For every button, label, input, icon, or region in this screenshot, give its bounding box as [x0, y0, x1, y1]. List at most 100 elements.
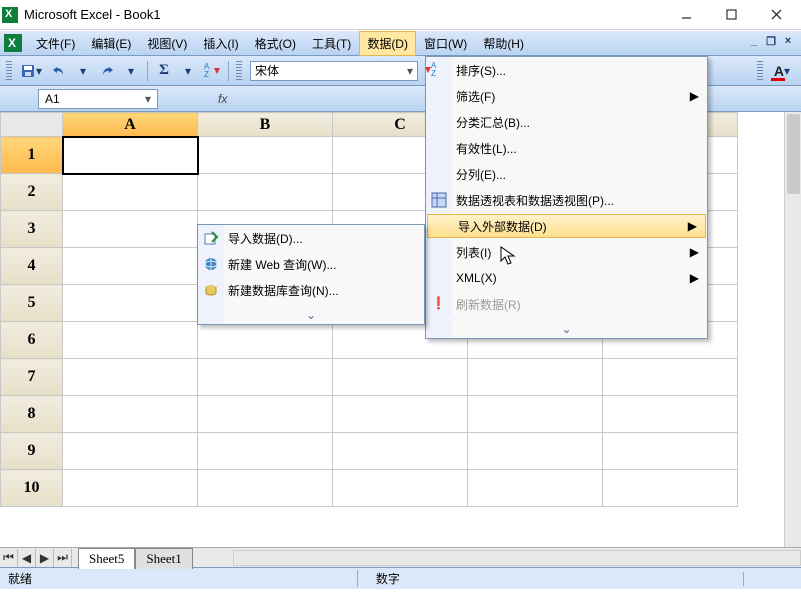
cell[interactable]	[333, 359, 468, 396]
cell[interactable]	[198, 322, 333, 359]
cell[interactable]	[333, 470, 468, 507]
submenu-new-db-query[interactable]: 新建数据库查询(N)...	[198, 277, 424, 303]
menu-text-to-columns[interactable]: 分列(E)...	[426, 161, 707, 187]
undo-button[interactable]	[48, 60, 70, 82]
submenu-arrow-icon: ▶	[690, 89, 699, 103]
cell[interactable]	[63, 470, 198, 507]
undo-dd[interactable]: ▾	[72, 60, 94, 82]
mdi-minimize[interactable]: _	[747, 35, 761, 49]
sheet-tab-sheet1[interactable]: Sheet1	[135, 548, 192, 569]
maximize-button[interactable]	[709, 1, 754, 29]
fx-label[interactable]: fx	[218, 92, 227, 106]
menu-import-external[interactable]: 导入外部数据(D)▶	[427, 214, 706, 238]
row-header-7[interactable]: 7	[1, 359, 63, 396]
select-all-corner[interactable]	[1, 113, 63, 137]
row-header-4[interactable]: 4	[1, 248, 63, 285]
autosum-dd[interactable]: ▾	[177, 60, 199, 82]
toolbar-grip[interactable]	[6, 61, 12, 81]
cell-reference: A1	[45, 92, 60, 106]
cell[interactable]	[198, 433, 333, 470]
cell[interactable]	[603, 470, 738, 507]
row-header-8[interactable]: 8	[1, 396, 63, 433]
submenu-import-data[interactable]: 导入数据(D)...	[198, 225, 424, 251]
autosum-button[interactable]: Σ	[153, 60, 175, 82]
save-button[interactable]: ▾	[16, 60, 46, 82]
cell[interactable]	[468, 470, 603, 507]
menu-help[interactable]: 帮助(H)	[475, 31, 532, 56]
menu-file[interactable]: 文件(F)	[28, 31, 83, 56]
col-header-A[interactable]: A	[63, 113, 198, 137]
row-header-6[interactable]: 6	[1, 322, 63, 359]
menu-filter[interactable]: 筛选(F)▶	[426, 83, 707, 109]
data-menu-dropdown: 排序(S)... 筛选(F)▶ 分类汇总(B)... 有效性(L)... 分列(…	[425, 56, 708, 339]
tab-nav-last[interactable]: ⏭	[54, 549, 72, 567]
cell[interactable]	[63, 322, 198, 359]
tab-nav-first[interactable]: ⏮	[0, 549, 18, 567]
name-box[interactable]: A1 ▾	[38, 89, 158, 109]
cell[interactable]	[63, 359, 198, 396]
sort-asc-button[interactable]	[201, 60, 223, 82]
close-button[interactable]	[754, 1, 799, 29]
tab-nav-next[interactable]: ▶	[36, 549, 54, 567]
row-header-9[interactable]: 9	[1, 433, 63, 470]
mdi-close[interactable]: ×	[781, 35, 795, 49]
cell[interactable]	[63, 285, 198, 322]
redo-button[interactable]	[96, 60, 118, 82]
menu-subtotal[interactable]: 分类汇总(B)...	[426, 109, 707, 135]
submenu-new-web-query[interactable]: 新建 Web 查询(W)...	[198, 251, 424, 277]
redo-dd[interactable]: ▾	[120, 60, 142, 82]
cell[interactable]	[603, 433, 738, 470]
import-external-submenu: 导入数据(D)... 新建 Web 查询(W)... 新建数据库查询(N)...…	[197, 224, 425, 325]
menu-insert[interactable]: 插入(I)	[195, 31, 246, 56]
menu-data[interactable]: 数据(D)	[359, 31, 416, 56]
cell[interactable]	[63, 174, 198, 211]
cell[interactable]	[333, 433, 468, 470]
row-header-10[interactable]: 10	[1, 470, 63, 507]
col-header-B[interactable]: B	[198, 113, 333, 137]
scroll-thumb[interactable]	[787, 114, 800, 194]
cell[interactable]	[198, 137, 333, 174]
menu-xml[interactable]: XML(X)▶	[426, 265, 707, 291]
vertical-scrollbar[interactable]	[784, 112, 801, 547]
tab-nav-prev[interactable]: ◀	[18, 549, 36, 567]
font-color-button[interactable]: A ▾	[767, 60, 797, 82]
cell[interactable]	[63, 396, 198, 433]
mdi-restore[interactable]: ❐	[764, 35, 778, 49]
toolbar-grip[interactable]	[236, 61, 242, 81]
font-selector[interactable]: 宋体 ▾	[250, 61, 418, 81]
menu-list[interactable]: 列表(I)▶	[426, 239, 707, 265]
menu-expand-chevron[interactable]: ⌄	[198, 308, 424, 324]
cell[interactable]	[198, 396, 333, 433]
cell[interactable]	[63, 433, 198, 470]
menu-expand-chevron[interactable]: ⌄	[426, 322, 707, 338]
menu-pivot[interactable]: 数据透视表和数据透视图(P)...	[426, 187, 707, 213]
row-header-2[interactable]: 2	[1, 174, 63, 211]
cell[interactable]	[468, 359, 603, 396]
cell[interactable]	[63, 248, 198, 285]
cell[interactable]	[63, 211, 198, 248]
horizontal-scrollbar[interactable]	[233, 550, 801, 566]
cell-A1[interactable]	[63, 137, 198, 174]
menu-edit[interactable]: 编辑(E)	[83, 31, 139, 56]
app-icon[interactable]	[4, 34, 22, 52]
row-header-1[interactable]: 1	[1, 137, 63, 174]
menu-view[interactable]: 视图(V)	[139, 31, 195, 56]
minimize-button[interactable]	[664, 1, 709, 29]
cell[interactable]	[603, 359, 738, 396]
cell[interactable]	[603, 396, 738, 433]
cell[interactable]	[333, 396, 468, 433]
sheet-tab-sheet5[interactable]: Sheet5	[78, 548, 135, 569]
menu-validation[interactable]: 有效性(L)...	[426, 135, 707, 161]
menu-window[interactable]: 窗口(W)	[416, 31, 475, 56]
toolbar-grip[interactable]	[757, 61, 763, 81]
menu-tools[interactable]: 工具(T)	[304, 31, 359, 56]
menu-sort[interactable]: 排序(S)...	[426, 57, 707, 83]
row-header-3[interactable]: 3	[1, 211, 63, 248]
cell[interactable]	[198, 359, 333, 396]
menu-format[interactable]: 格式(O)	[247, 31, 304, 56]
row-header-5[interactable]: 5	[1, 285, 63, 322]
cell[interactable]	[468, 396, 603, 433]
cell[interactable]	[198, 174, 333, 211]
cell[interactable]	[468, 433, 603, 470]
cell[interactable]	[198, 470, 333, 507]
